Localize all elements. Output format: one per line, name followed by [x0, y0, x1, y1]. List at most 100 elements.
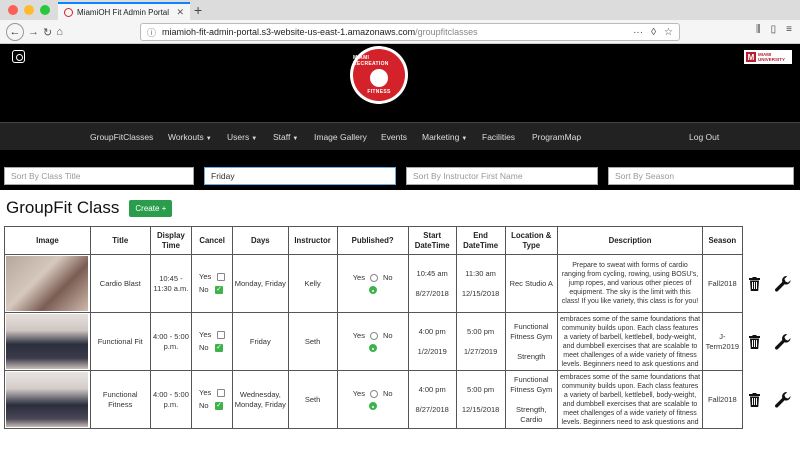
- window-controls: [8, 5, 50, 15]
- table-row: Cardio Blast 10:45 - 11:30 a.m. Yes No M…: [4, 254, 800, 313]
- days: Friday: [231, 312, 289, 371]
- nav-groupfitclasses[interactable]: GroupFitClasses: [90, 132, 153, 142]
- location-type: Functional Fitness Gym Strength, Cardio: [504, 370, 558, 429]
- cancel-no-checkbox[interactable]: [214, 401, 223, 411]
- start-time: 4:00 pm: [418, 384, 446, 394]
- recreation-logo[interactable]: MIAMI RECREATION FITNESS: [350, 46, 408, 104]
- location-type: Functional Fitness Gym Strength: [504, 312, 558, 371]
- forward-arrow-icon[interactable]: →: [28, 26, 39, 38]
- filter-bar: Sort By Class Title Friday Sort By Instr…: [0, 162, 800, 190]
- col-display-time: Display Time: [149, 226, 193, 255]
- class-photo: [6, 314, 88, 369]
- nav-workouts-label: Workouts: [168, 132, 204, 142]
- pocket-icon[interactable]: ◊: [651, 27, 656, 38]
- published-yes-radio[interactable]: [369, 274, 378, 282]
- filter-day-input[interactable]: Friday: [204, 167, 396, 185]
- col-delete: [742, 227, 766, 255]
- page-actions-icon[interactable]: ···: [633, 27, 643, 38]
- season: J-Term2019: [702, 312, 743, 371]
- delete-button[interactable]: [742, 371, 766, 429]
- description: Follows a similar format to CrossFit & e…: [559, 373, 701, 426]
- url-path: /groupfitclasses: [415, 27, 478, 37]
- published-no-radio[interactable]: [368, 344, 377, 352]
- start-datetime: 4:00 pm 1/2/2019: [407, 312, 457, 371]
- cancel-no-checkbox[interactable]: [214, 285, 223, 295]
- class-photo: [6, 256, 88, 311]
- col-location-type: Location & Type: [504, 226, 558, 255]
- edit-button[interactable]: [766, 313, 800, 371]
- new-tab-icon[interactable]: +: [194, 2, 202, 18]
- published-yes-radio[interactable]: [369, 390, 378, 398]
- cancel-no-checkbox[interactable]: [214, 343, 223, 353]
- url-host: miamioh-fit-admin-portal.s3-website-us-e…: [162, 27, 416, 37]
- browser-tab[interactable]: MiamiOH Fit Admin Portal ✕: [58, 2, 190, 20]
- nav-image-gallery[interactable]: Image Gallery: [314, 132, 367, 142]
- page-title: GroupFit Class: [6, 198, 120, 217]
- class-image-cell: [4, 254, 91, 313]
- class-image-cell: [4, 370, 91, 429]
- cancel-yes-checkbox[interactable]: [217, 273, 226, 281]
- published-cell: Yes No: [336, 254, 409, 313]
- nav-events[interactable]: Events: [381, 132, 407, 142]
- reload-icon[interactable]: ↻: [43, 26, 52, 39]
- create-button[interactable]: Create +: [129, 199, 173, 217]
- season: Fall2018: [702, 370, 743, 429]
- kettlebell-icon: [370, 69, 388, 87]
- tab-close-icon[interactable]: ✕: [176, 7, 184, 18]
- end-time: 11:30 am: [465, 268, 496, 278]
- delete-button[interactable]: [742, 313, 766, 371]
- edit-button[interactable]: [766, 255, 800, 313]
- maximize-window-button[interactable]: [40, 5, 50, 15]
- filter-instructor-input[interactable]: Sort By Instructor First Name: [406, 167, 598, 185]
- instagram-icon[interactable]: [12, 50, 25, 63]
- hamburger-menu-icon[interactable]: ≡: [786, 24, 792, 35]
- col-title: Title: [89, 226, 151, 255]
- cancel-yes-checkbox[interactable]: [217, 331, 226, 339]
- published-no-radio[interactable]: [368, 286, 377, 294]
- location-type: Rec Studio A: [504, 254, 558, 313]
- nav-programmap[interactable]: ProgramMap: [532, 132, 581, 142]
- info-icon[interactable]: ⓘ: [147, 26, 156, 39]
- class-type: Strength, Cardio: [516, 404, 547, 424]
- minimize-window-button[interactable]: [24, 5, 34, 15]
- cancel-yes-checkbox[interactable]: [217, 389, 226, 397]
- days: Monday, Friday: [231, 254, 289, 313]
- sidebar-icon[interactable]: ▯: [771, 24, 777, 35]
- description-cell: Follows a similar format to CrossFit & e…: [556, 370, 704, 429]
- url-bar[interactable]: ⓘ miamioh-fit-admin-portal.s3-website-us…: [140, 23, 680, 41]
- bookmark-star-icon[interactable]: ☆: [664, 27, 673, 38]
- university-name-2: UNIVERSITY: [758, 57, 786, 62]
- close-window-button[interactable]: [8, 5, 18, 15]
- library-icon[interactable]: ⫼: [756, 24, 761, 35]
- home-icon[interactable]: ⌂: [56, 26, 63, 38]
- start-date: 8/27/2018: [415, 288, 449, 298]
- nav-marketing[interactable]: Marketing ▼: [422, 132, 467, 142]
- edit-button[interactable]: [766, 371, 800, 429]
- nav-workouts[interactable]: Workouts ▼: [168, 132, 212, 142]
- table-row: Functional Fit 4:00 - 5:00 p.m. Yes No F…: [4, 312, 800, 371]
- browser-nav-bar: ← → ↻ ⌂ ⓘ miamioh-fit-admin-portal.s3-we…: [0, 20, 800, 44]
- filter-season-input[interactable]: Sort By Season: [608, 167, 794, 185]
- col-cancel: Cancel: [191, 226, 233, 255]
- nav-users[interactable]: Users ▼: [227, 132, 257, 142]
- class-title: Cardio Blast: [89, 254, 151, 313]
- nav-logout[interactable]: Log Out: [689, 132, 719, 142]
- filter-class-title-input[interactable]: Sort By Class Title: [4, 167, 194, 185]
- tab-favicon-icon: [64, 7, 73, 17]
- col-start-datetime: Start DateTime: [407, 226, 457, 255]
- col-description: Description: [556, 226, 704, 255]
- published-yes-radio[interactable]: [369, 332, 378, 340]
- instructor: Seth: [287, 370, 338, 429]
- delete-button[interactable]: [742, 255, 766, 313]
- back-arrow-icon[interactable]: ←: [6, 23, 24, 41]
- tab-title: MiamiOH Fit Admin Portal: [77, 7, 170, 17]
- nav-facilities[interactable]: Facilities: [482, 132, 515, 142]
- end-date: 12/15/2018: [461, 404, 500, 414]
- cancel-cell: Yes No: [191, 370, 233, 429]
- col-image: Image: [4, 226, 91, 255]
- menu-spacer: [0, 150, 800, 162]
- nav-staff[interactable]: Staff ▼: [273, 132, 298, 142]
- caret-down-icon: ▼: [251, 136, 258, 142]
- end-datetime: 5:00 pm 12/15/2018: [455, 370, 506, 429]
- published-no-radio[interactable]: [368, 402, 377, 410]
